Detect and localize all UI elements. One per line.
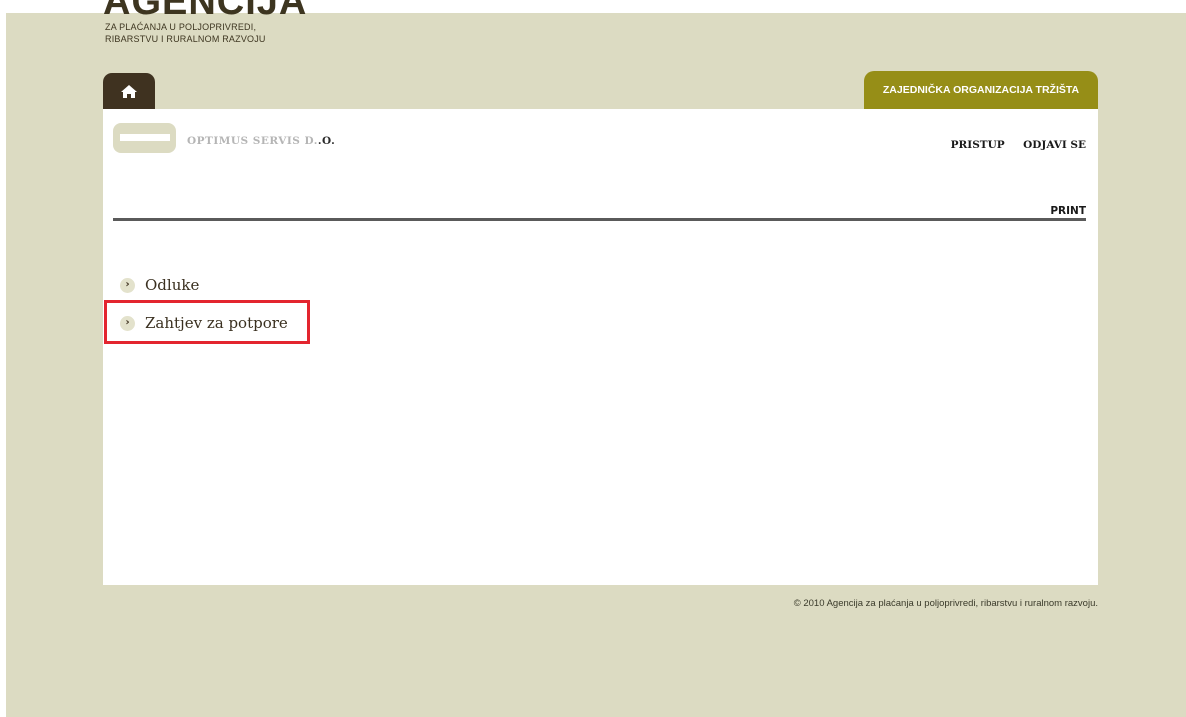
company-logo-placeholder	[113, 123, 176, 153]
odjavi-se-link[interactable]: ODJAVI SE	[1023, 139, 1086, 151]
pristup-link[interactable]: PRISTUP	[951, 139, 1005, 151]
agency-logo[interactable]: AGENCIJA ZA PLAĆANJA U POLJOPRIVREDI, RI…	[103, 0, 363, 62]
highlight-box	[104, 300, 310, 344]
menu-item-odluke[interactable]: › Odluke	[120, 274, 199, 296]
logo-wordmark: AGENCIJA	[103, 0, 308, 23]
logo-subtitle-line1: ZA PLAĆANJA U POLJOPRIVREDI,	[105, 22, 257, 32]
home-icon	[121, 84, 137, 98]
header-divider	[113, 218, 1086, 221]
main-panel: OPTIMUS SERVIS D..O. PRISTUP ODJAVI SE P…	[103, 109, 1098, 585]
logo-subtitle-line2: RIBARSTVU I RURALNOM RAZVOJU	[105, 34, 266, 44]
chevron-right-icon: ›	[120, 277, 135, 293]
menu-item-label: Odluke	[145, 276, 200, 294]
tab-zajednicka-organizacija-trzista[interactable]: ZAJEDNIČKA ORGANIZACIJA TRŽIŠTA	[864, 71, 1098, 109]
company-name-redacted: OPTIMUS SERVIS D.	[187, 135, 318, 147]
home-tab[interactable]	[103, 73, 155, 109]
company-name-suffix: .O.	[317, 135, 336, 147]
print-link[interactable]: PRINT	[1050, 205, 1086, 217]
footer-copyright: © 2010 Agencija za plaćanja u poljoprivr…	[793, 598, 1098, 609]
user-links: PRISTUP ODJAVI SE	[937, 135, 1086, 153]
company-name: OPTIMUS SERVIS D..O.	[187, 135, 335, 147]
